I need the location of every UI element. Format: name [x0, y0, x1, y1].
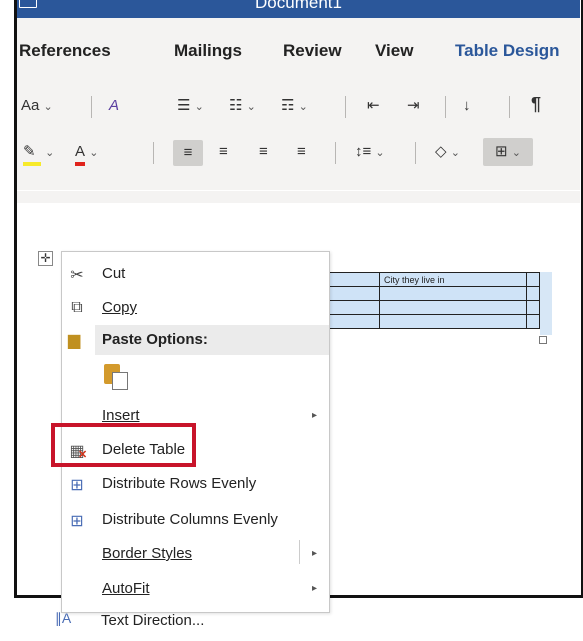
clear-formatting-icon[interactable]: A — [109, 96, 119, 116]
tab-review[interactable]: Review — [283, 41, 342, 61]
increase-indent-icon[interactable]: ⇥ — [407, 96, 420, 116]
justify-icon[interactable]: ≡ — [297, 142, 306, 162]
submenu-arrow-icon: ▸ — [312, 583, 318, 594]
menu-item-distribute-columns[interactable]: ⊞ Distribute Columns Evenly — [62, 503, 329, 537]
sort-icon[interactable]: ↓ — [463, 96, 471, 116]
menu-item-border-styles[interactable]: Border Styles ▸ — [62, 537, 329, 571]
line-spacing-icon[interactable]: ↕≡ ⌄ — [355, 142, 385, 163]
font-size-button[interactable]: Aa ⌄ — [21, 96, 53, 117]
font-size-label: Aa — [21, 97, 40, 114]
align-right-icon[interactable]: ≡ — [259, 142, 268, 162]
submenu-arrow-icon: ▸ — [312, 410, 318, 421]
table-cell[interactable] — [526, 272, 540, 287]
table-move-handle-icon[interactable]: ✛ — [38, 251, 53, 266]
menu-item-label: Border Styles — [102, 545, 193, 562]
window-title: Document1 — [255, 0, 342, 12]
multilevel-list-icon[interactable]: ☶ ⌄ — [281, 96, 308, 117]
document-table[interactable]: City they live in — [318, 272, 540, 329]
table-cell[interactable] — [526, 300, 540, 315]
ribbon-toolbar: Aa ⌄ A ☰ ⌄ ☷ ⌄ ☶ ⌄ ⇤ ⇥ ↓ ¶ ✎ ⌄ A ⌄ ≡ ≡ ≡… — [17, 80, 580, 191]
highlighter-icon: ✎ — [23, 142, 41, 166]
numbering-icon[interactable]: ☷ ⌄ — [229, 96, 256, 117]
table-cell[interactable] — [526, 286, 540, 301]
separator — [445, 96, 446, 118]
highlight-color-button[interactable]: ✎ ⌄ — [23, 142, 54, 166]
menu-item-label: Copy — [102, 299, 138, 316]
paste-options-label: Paste Options: — [102, 331, 208, 348]
decrease-indent-icon[interactable]: ⇤ — [367, 96, 380, 116]
tab-references[interactable]: References — [19, 41, 111, 61]
menu-item-label: Distribute Rows Evenly — [102, 475, 257, 492]
show-formatting-icon[interactable]: ¶ — [531, 94, 541, 114]
ribbon-tabs: References Mailings Review View Table De… — [17, 18, 580, 80]
menu-item-copy[interactable]: ⧉ Copy — [62, 291, 329, 325]
table-cell[interactable] — [379, 286, 527, 301]
borders-icon[interactable]: ⊞ ⌄ — [483, 138, 533, 166]
menu-item-cut[interactable]: ✂ Cut — [62, 257, 329, 291]
menu-item-distribute-rows[interactable]: ⊞ Distribute Rows Evenly — [62, 467, 329, 501]
bullets-icon[interactable]: ☰ ⌄ — [177, 96, 204, 117]
menu-item-text-direction[interactable]: ∥A Text Direction... — [38, 606, 238, 636]
paste-options-header: Paste Options: — [95, 325, 329, 355]
table-cell[interactable]: City they live in — [379, 272, 527, 287]
menu-item-label: Distribute Columns Evenly — [102, 511, 278, 528]
menu-item-autofit[interactable]: AutoFit ▸ — [62, 572, 329, 606]
chevron-down-icon: ⌄ — [43, 101, 53, 113]
submenu-arrow-icon: ▸ — [312, 548, 318, 559]
align-center-icon[interactable]: ≡ — [219, 142, 228, 162]
align-left-icon[interactable]: ≡ — [173, 140, 203, 166]
paste-page-icon — [112, 372, 128, 390]
tab-mailings[interactable]: Mailings — [174, 41, 242, 61]
table-cell[interactable] — [526, 314, 540, 329]
text-direction-icon: ∥A — [54, 610, 72, 626]
menu-item-label: Cut — [102, 265, 126, 282]
separator — [415, 142, 416, 164]
paste-keep-formatting-button[interactable] — [102, 360, 128, 390]
table-row — [318, 314, 540, 329]
separator — [509, 96, 510, 118]
table-cell[interactable] — [379, 300, 527, 315]
separator — [345, 96, 346, 118]
table-resize-handle[interactable] — [539, 336, 547, 344]
separator — [153, 142, 154, 164]
document-margin — [17, 191, 580, 203]
table-row — [318, 300, 540, 315]
menu-item-label: Insert — [102, 407, 140, 424]
table-cell[interactable] — [379, 314, 527, 329]
table-row — [318, 286, 540, 301]
tab-table-design[interactable]: Table Design — [455, 41, 560, 61]
scissors-icon: ✂ — [70, 267, 84, 284]
font-color-button[interactable]: A ⌄ — [75, 142, 98, 166]
separator — [335, 142, 336, 164]
table-row: City they live in — [318, 272, 540, 287]
clipboard-icon: ▆ — [68, 332, 81, 349]
distribute-rows-icon: ⊞ — [70, 477, 84, 494]
menu-item-label: AutoFit — [102, 580, 150, 597]
menu-item-label: Text Direction... — [101, 612, 205, 629]
table-selection-area — [540, 272, 552, 335]
title-bar: Document1 — [17, 0, 580, 18]
tab-view[interactable]: View — [375, 41, 413, 61]
separator — [91, 96, 92, 118]
copy-icon: ⧉ — [71, 299, 83, 316]
shading-icon[interactable]: ◇ ⌄ — [435, 142, 460, 163]
annotation-highlight-box — [51, 423, 196, 467]
font-color-icon: A — [75, 142, 86, 166]
distribute-columns-icon: ⊞ — [70, 513, 84, 530]
